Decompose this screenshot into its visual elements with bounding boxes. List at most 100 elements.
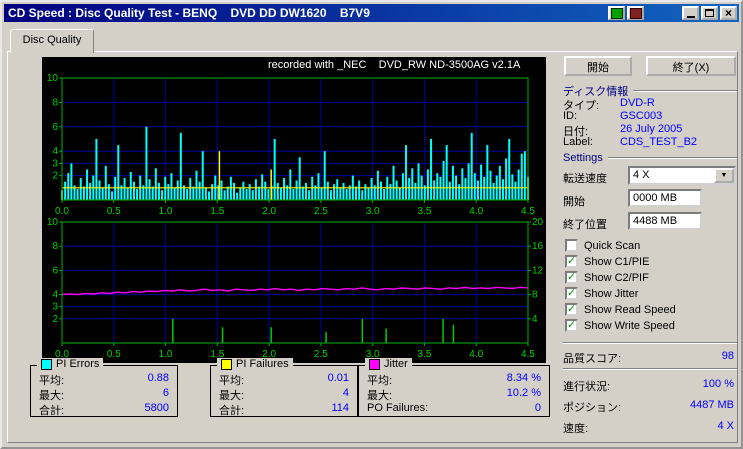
svg-text:4: 4	[532, 314, 538, 325]
total-label: 合計:	[219, 405, 245, 417]
avg-label: 平均:	[39, 375, 65, 387]
svg-text:2.5: 2.5	[314, 206, 328, 217]
svg-text:3.5: 3.5	[417, 349, 431, 360]
pi-errors-color-chip	[41, 358, 52, 370]
transfer-speed-label: 転送速度	[563, 173, 607, 185]
checkbox-box[interactable]	[565, 239, 578, 252]
svg-text:0.5: 0.5	[107, 206, 121, 217]
svg-text:4.0: 4.0	[469, 206, 483, 217]
svg-text:3.5: 3.5	[417, 206, 431, 217]
checkbox-box[interactable]: ✓	[565, 255, 578, 268]
svg-text:20: 20	[532, 217, 544, 228]
end-position-input[interactable]	[628, 212, 702, 230]
svg-text:2.5: 2.5	[314, 349, 328, 360]
tab-label: Disc Quality	[22, 34, 82, 46]
svg-text:10: 10	[47, 73, 59, 84]
divider	[607, 157, 737, 159]
svg-text:4: 4	[52, 146, 58, 157]
disc-id-label: ID:	[563, 110, 578, 122]
svg-text:4.0: 4.0	[469, 349, 483, 360]
checkbox-label: Show Jitter	[584, 287, 639, 300]
svg-text:3.0: 3.0	[366, 206, 380, 217]
max-value: 6	[162, 387, 169, 399]
svg-text:1.0: 1.0	[159, 206, 173, 217]
app-window: CD Speed : Disc Quality Test - BENQ DVD …	[0, 0, 743, 449]
svg-text:1.0: 1.0	[159, 349, 173, 360]
checkbox-box[interactable]: ✓	[565, 319, 578, 332]
quality-score-value: 98	[721, 350, 734, 362]
checkbox-label: Show C2/PIF	[584, 271, 649, 284]
legend-title-text: Jitter	[384, 358, 408, 370]
start-position-input[interactable]	[628, 189, 702, 207]
pi-failures-legend: PI Failures 平均: 0.01 最大: 4 合計: 114	[210, 358, 358, 417]
max-value: 10.2 %	[506, 387, 541, 399]
checkbox-quick-scan[interactable]: Quick Scan	[565, 239, 640, 252]
speed-label: 速度:	[563, 423, 589, 435]
pi-failures-legend-title: PI Failures	[217, 358, 293, 370]
start-button[interactable]: 開始	[564, 56, 632, 76]
svg-text:12: 12	[532, 265, 544, 276]
window-title: CD Speed : Disc Quality Test - BENQ DVD …	[8, 6, 370, 20]
chevron-down-icon: ▼	[720, 172, 728, 179]
svg-text:4.5: 4.5	[521, 206, 535, 217]
checkbox-label: Show Write Speed	[584, 319, 675, 332]
checkbox-show-jitter[interactable]: ✓ Show Jitter	[565, 287, 638, 300]
disc-date-value: 26 July 2005	[620, 123, 683, 135]
red-book-button[interactable]	[627, 6, 644, 20]
svg-text:6: 6	[52, 122, 58, 133]
dropdown-button[interactable]: ▼	[714, 168, 734, 183]
jitter-legend-title: Jitter	[365, 358, 412, 370]
svg-text:0.5: 0.5	[107, 349, 121, 360]
svg-text:8: 8	[52, 241, 58, 252]
total-value: 114	[331, 402, 349, 414]
checkbox-box[interactable]: ✓	[565, 271, 578, 284]
speed-combobox[interactable]: 4 X ▼	[628, 166, 736, 185]
checkbox-show-read-speed[interactable]: ✓ Show Read Speed	[565, 303, 676, 316]
avg-label: 平均:	[367, 375, 393, 387]
end-position-label: 終了位置	[563, 219, 607, 231]
pi-failures-color-chip	[221, 358, 232, 370]
po-failures-label: PO Failures:	[367, 402, 429, 414]
green-book-button[interactable]	[608, 6, 625, 20]
minimize-button[interactable]	[682, 6, 699, 20]
svg-text:2.0: 2.0	[262, 206, 276, 217]
checkbox-box[interactable]: ✓	[565, 287, 578, 300]
pi-errors-legend: PI Errors 平均: 0.88 最大: 6 合計: 5800	[30, 358, 178, 417]
disc-label-label: Label:	[563, 136, 593, 148]
exit-button[interactable]: 終了(X)	[646, 56, 736, 76]
close-button[interactable]: ×	[720, 6, 737, 20]
quality-charts: 23468100.0 0.5 1.0 1.5 2.0 2.5 3.0 3.5 4.0 4.5234…	[47, 73, 544, 360]
maximize-icon	[705, 9, 714, 17]
tab-disc-quality[interactable]: Disc Quality	[10, 29, 94, 53]
max-value: 4	[342, 387, 349, 399]
checkbox-label: Show C1/PIE	[584, 255, 650, 268]
start-position-label: 開始	[563, 196, 585, 208]
avg-value: 0.01	[327, 372, 349, 384]
svg-text:10: 10	[47, 217, 59, 228]
checkbox-show-c2-pif[interactable]: ✓ Show C2/PIF	[565, 271, 649, 284]
close-icon: ×	[724, 6, 732, 20]
red-book-icon	[629, 7, 642, 19]
divider	[563, 342, 737, 344]
svg-text:8: 8	[52, 97, 58, 108]
pi-errors-legend-title: PI Errors	[37, 358, 104, 370]
avg-value: 0.88	[147, 372, 169, 384]
titlebar[interactable]: CD Speed : Disc Quality Test - BENQ DVD …	[4, 4, 739, 22]
speed-combobox-value: 4 X	[633, 169, 650, 181]
checkbox-label: Quick Scan	[584, 239, 641, 252]
max-label: 最大:	[219, 390, 245, 402]
total-label: 合計:	[39, 405, 65, 417]
total-value: 5800	[144, 402, 169, 414]
checkbox-box[interactable]: ✓	[565, 303, 578, 316]
maximize-button[interactable]	[701, 6, 718, 20]
legend-title-text: PI Failures	[236, 358, 289, 370]
svg-text:4.5: 4.5	[521, 349, 535, 360]
checkbox-show-write-speed[interactable]: ✓ Show Write Speed	[565, 319, 675, 332]
disc-type-value: DVD-R	[620, 97, 655, 109]
avg-value: 8.34 %	[506, 372, 541, 384]
checkbox-show-c1-pie[interactable]: ✓ Show C1/PIE	[565, 255, 649, 268]
divider	[633, 90, 737, 92]
speed-value: 4 X	[717, 420, 734, 432]
svg-text:2: 2	[52, 314, 58, 325]
settings-header: Settings	[563, 152, 737, 164]
